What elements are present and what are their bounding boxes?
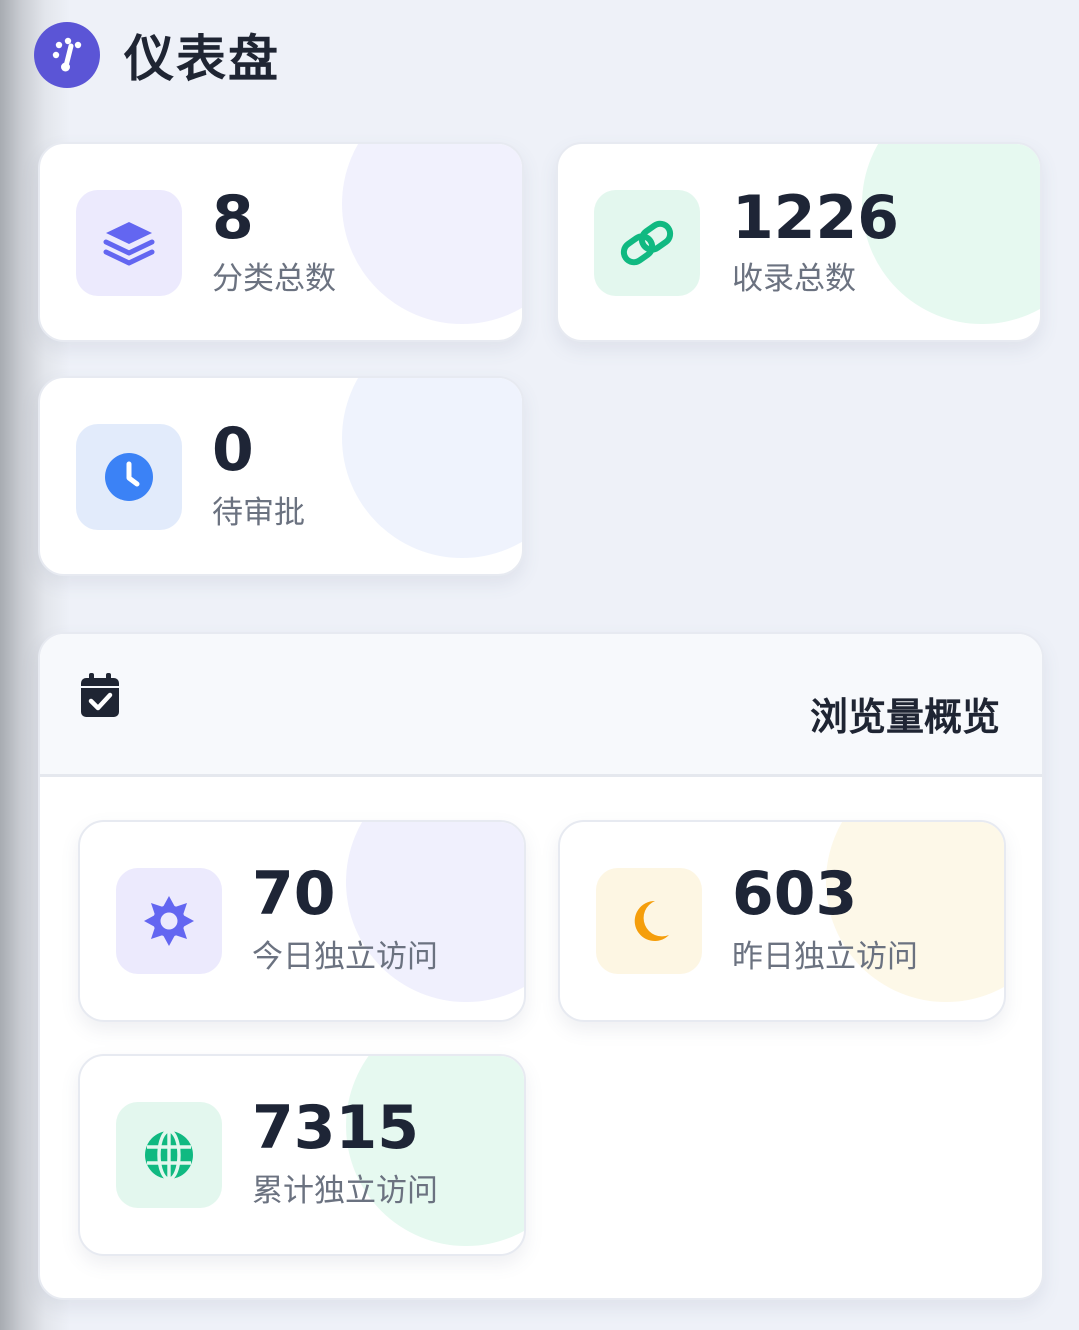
icon-tile	[594, 190, 700, 296]
card-decoration	[342, 378, 522, 558]
stat-value: 0	[212, 415, 254, 485]
stat-label: 累计独立访问	[252, 1173, 438, 1209]
sun-icon	[144, 896, 194, 946]
traffic-card-yesterday[interactable]: 603 昨日独立访问	[558, 820, 1006, 1022]
panel-header: 浏览量概览	[40, 634, 1042, 777]
stat-value: 1226	[732, 183, 899, 253]
traffic-overview-panel: 浏览量概览 70 今日独立访问 603 昨日独立访问 7315 累计独立访问	[38, 632, 1044, 1300]
stat-card-categories[interactable]: 8 分类总数	[38, 142, 524, 342]
stat-card-pending[interactable]: 0 待审批	[38, 376, 524, 576]
icon-tile	[76, 190, 182, 296]
card-decoration	[342, 144, 522, 324]
icon-tile	[596, 868, 702, 974]
stat-label: 昨日独立访问	[732, 939, 918, 975]
page-header: 仪表盘	[34, 20, 280, 90]
traffic-card-today[interactable]: 70 今日独立访问	[78, 820, 526, 1022]
icon-tile	[76, 424, 182, 530]
panel-title: 浏览量概览	[809, 695, 1000, 739]
stat-label: 收录总数	[732, 261, 856, 297]
layers-icon	[103, 222, 155, 266]
globe-icon	[145, 1129, 193, 1181]
stat-value: 70	[252, 859, 336, 929]
stat-label: 今日独立访问	[252, 939, 438, 975]
icon-tile	[116, 868, 222, 974]
clock-icon	[105, 453, 153, 501]
moon-icon	[634, 900, 669, 941]
calendar-check-icon	[80, 672, 120, 722]
traffic-card-total[interactable]: 7315 累计独立访问	[78, 1054, 526, 1256]
link-icon	[620, 220, 674, 266]
stat-label: 分类总数	[212, 261, 336, 297]
stat-value: 8	[212, 183, 254, 253]
icon-tile	[116, 1102, 222, 1208]
stat-card-links[interactable]: 1226 收录总数	[556, 142, 1042, 342]
stat-value: 603	[732, 859, 858, 929]
dashboard-gauge-icon	[34, 22, 100, 88]
stat-label: 待审批	[212, 495, 305, 531]
page-title: 仪表盘	[124, 30, 280, 88]
stat-value: 7315	[252, 1093, 419, 1163]
